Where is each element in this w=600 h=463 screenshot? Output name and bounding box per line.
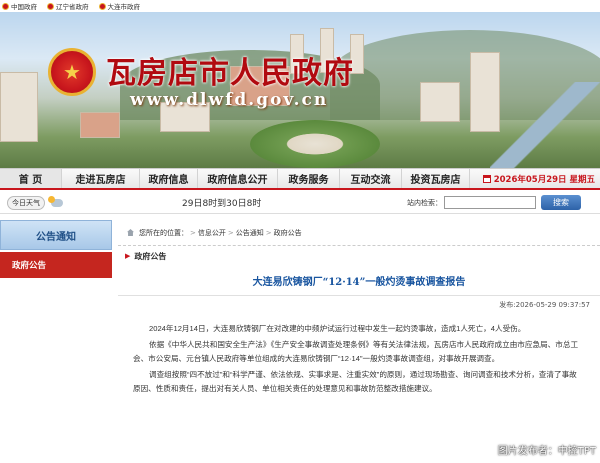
link-dalian-gov[interactable]: 大连市政府 [98, 1, 140, 11]
breadcrumb-item-gov-announcement[interactable]: 政府公告 [274, 228, 302, 238]
publish-time: 发布:2026-05-29 09:37:57 [499, 301, 590, 309]
triangle-right-icon: ▶ [125, 252, 131, 260]
home-icon [127, 229, 134, 236]
emblem-icon [98, 2, 106, 10]
link-liaoning-gov[interactable]: 辽宁省政府 [47, 1, 89, 11]
top-links-bar: 中国政府 辽宁省政府 大连市政府 [0, 0, 600, 12]
banner-plaza [250, 120, 380, 168]
nav-about-wafangdian[interactable]: 走进瓦房店 [62, 169, 140, 188]
article-paragraph: 依据《中华人民共和国安全生产法》《生产安全事故调查处理条例》等有关法律法规，瓦房… [133, 340, 579, 363]
article-paragraph: 调查组按照“四不放过”和“科学严谨、依法依规、实事求是、注重实效”的原则，通过现… [133, 370, 577, 393]
breadcrumb-prefix: 您所在的位置： [139, 228, 188, 237]
emblem-icon [47, 2, 54, 10]
image-watermark: 图片发布者：中控TPT [497, 446, 596, 457]
site-url: www.dlwfd.gov.cn [130, 90, 329, 110]
main-content: 您所在的位置： > 信息公开 > 公告通知 > 政府公告 ▶ 政府公告 大连易欣… [118, 220, 600, 398]
breadcrumb-separator: > [265, 228, 272, 237]
site-title[interactable]: 瓦房店市人民政府 [106, 48, 354, 92]
sidebar-item-gov-announcement[interactable]: 政府公告 [0, 252, 112, 278]
national-emblem-icon: ★ [48, 48, 96, 96]
section-title-text: 政府公告 [134, 251, 167, 261]
nav-gov-services[interactable]: 政务服务 [278, 169, 340, 188]
nav-home[interactable]: 首 页 [0, 169, 62, 188]
weather-tag: 今日天气 [7, 195, 45, 210]
link-central-gov[interactable]: 中国政府 [2, 1, 37, 11]
nav-info-disclosure[interactable]: 政府信息公开 [198, 169, 278, 188]
search-label: 站内检索： [407, 198, 442, 207]
calendar-icon [482, 174, 491, 183]
nav-gov-info[interactable]: 政府信息 [140, 169, 198, 188]
article-body: 2024年12月14日，大连易欣铸钢厂在对改建的中频炉试运行过程中发生一起灼烫事… [118, 314, 600, 396]
banner-river [490, 82, 600, 168]
nav-interaction[interactable]: 互动交流 [340, 169, 402, 188]
search-button[interactable]: 搜索 [541, 195, 581, 210]
current-date: 2026年05月29日 星期五 [470, 173, 600, 185]
sidebar-heading: 公告通知 [0, 220, 112, 250]
nav-invest[interactable]: 投资瓦房店 [402, 169, 470, 188]
breadcrumb-separator: > [190, 228, 196, 237]
search-input[interactable] [444, 196, 536, 209]
banner-building [0, 72, 38, 142]
banner-building [80, 112, 120, 138]
breadcrumb: 您所在的位置： > 信息公开 > 公告通知 > 政府公告 [118, 220, 600, 246]
breadcrumb-item-notices[interactable]: 公告通知 [236, 228, 264, 238]
header-banner: ★ 瓦房店市人民政府 www.dlwfd.gov.cn [0, 12, 600, 168]
date-text: 2026年05月29日 星期五 [493, 174, 595, 185]
sidebar: 公告通知 政府公告 [0, 220, 112, 278]
partly-cloudy-icon [48, 195, 63, 207]
breadcrumb-item-info-disclosure[interactable]: 信息公开 [198, 228, 226, 238]
weather-search-bar: 今日天气 29日8时到30日8时 站内检索： 搜索 [0, 192, 600, 214]
banner-building [420, 82, 460, 122]
emblem-icon [2, 2, 9, 10]
breadcrumb-separator: > [227, 228, 234, 237]
section-title: ▶ 政府公告 [118, 246, 600, 266]
article-title: 大连易欣铸钢厂“12·14”一般灼烫事故调查报告 [118, 266, 600, 296]
article-paragraph: 2024年12月14日，大连易欣铸钢厂在对改建的中频炉试运行过程中发生一起灼烫事… [149, 324, 526, 333]
main-nav: 首 页 走进瓦房店 政府信息 政府信息公开 政务服务 互动交流 投资瓦房店 20… [0, 168, 600, 190]
weather-period: 29日8时到30日8时 [182, 199, 262, 209]
